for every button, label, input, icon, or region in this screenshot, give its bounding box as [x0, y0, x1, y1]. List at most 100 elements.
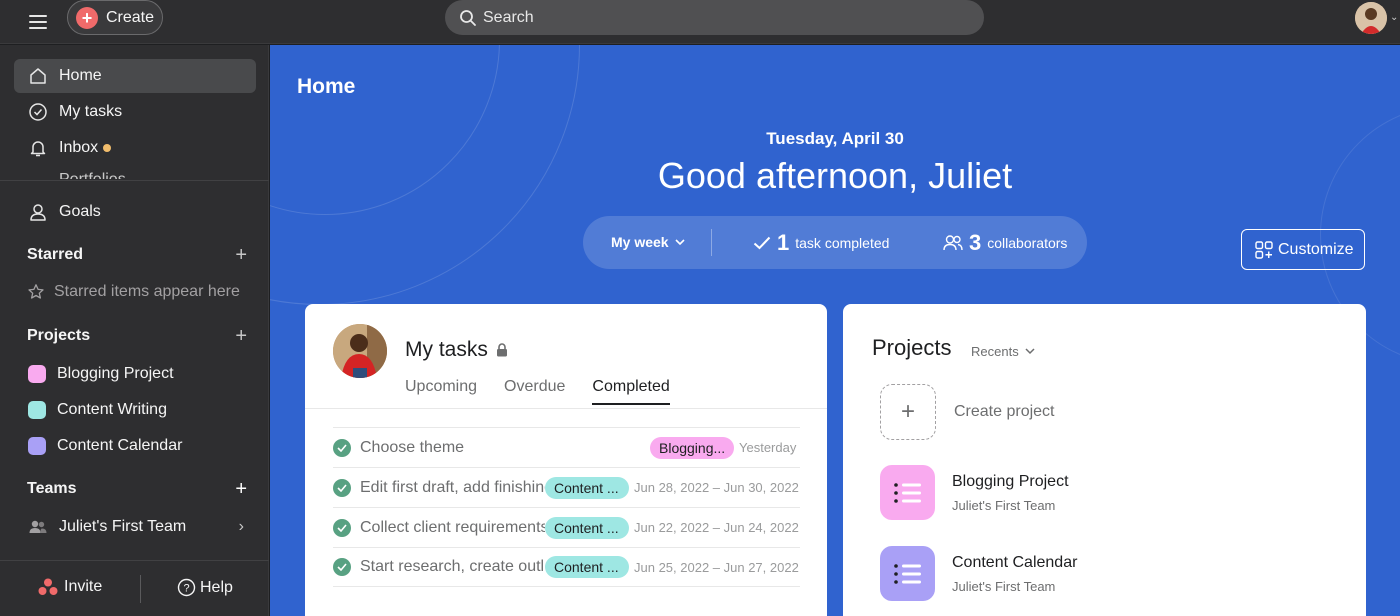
starred-hint: Starred items appear here — [27, 283, 240, 301]
teams-title: Teams — [27, 480, 77, 497]
create-project-button[interactable]: + Create project — [880, 384, 1055, 440]
completed-check-icon[interactable] — [333, 558, 351, 576]
completed-check-icon[interactable] — [333, 478, 351, 497]
project-team: Juliet's First Team — [952, 497, 1056, 513]
task-row[interactable]: Start research, create outline Content .… — [333, 547, 800, 587]
sidebar-item-label: Blogging Project — [57, 365, 174, 382]
star-icon — [28, 284, 44, 299]
help-label: Help — [200, 578, 233, 596]
task-name: Choose theme — [360, 438, 465, 456]
sidebar-item-goals[interactable]: Goals — [14, 195, 256, 229]
tab-upcoming[interactable]: Upcoming — [405, 378, 477, 405]
check-circle-icon — [29, 103, 47, 121]
project-color-swatch — [28, 401, 46, 419]
tabs-divider — [305, 408, 827, 409]
help-button[interactable]: ? Help — [177, 578, 233, 597]
project-tag[interactable]: Blogging... — [650, 436, 734, 459]
project-tag[interactable]: Content ... — [545, 476, 629, 499]
tasks-completed-count: 1 — [777, 230, 790, 255]
customize-label: Customize — [1278, 240, 1354, 258]
date-heading: Tuesday, April 30 — [766, 129, 904, 148]
sidebar-item-label: Content Writing — [57, 401, 167, 418]
task-name: Collect client requirements — [360, 518, 545, 536]
chevron-down-icon — [675, 238, 685, 245]
collaborators-stat: 3 collaborators — [943, 230, 1067, 256]
completed-check-icon[interactable] — [333, 518, 351, 537]
project-name: Blogging Project — [952, 472, 1069, 490]
completed-check-icon[interactable] — [333, 438, 351, 457]
add-project-icon[interactable]: + — [235, 326, 247, 346]
due-date: Jun 28, 2022 – Jun 30, 2022 — [634, 480, 799, 495]
sidebar-item-portfolios[interactable]: Portfolios — [14, 159, 256, 179]
invite-label: Invite — [64, 578, 103, 595]
my-tasks-widget: My tasks Upcoming Overdue Completed Choo… — [305, 304, 827, 616]
greeting: Good afternoon, Juliet — [657, 155, 1013, 196]
plus-icon: + — [880, 384, 936, 440]
check-icon — [753, 236, 771, 250]
task-name: Edit first draft, add finishing — [360, 478, 545, 496]
due-date: Jun 25, 2022 – Jun 27, 2022 — [634, 559, 799, 575]
chevron-down-icon[interactable]: ⌄ — [1390, 12, 1398, 23]
sidebar-footer: Invite ? Help — [0, 560, 269, 616]
page-title: Home — [297, 75, 356, 98]
list-icon — [880, 546, 935, 601]
sidebar-item-blogging-project[interactable]: Blogging Project — [14, 357, 256, 391]
sidebar-item-team[interactable]: Juliet's First Team › — [14, 510, 256, 544]
period-label: My week — [611, 234, 669, 250]
avatar — [333, 324, 387, 378]
sidebar-item-label: Content Calendar — [57, 437, 183, 454]
my-tasks-title-text: My tasks — [405, 338, 488, 361]
project-tag[interactable]: Content ... — [545, 516, 629, 539]
list-icon — [880, 465, 935, 520]
task-row[interactable]: Edit first draft, add finishing Content … — [333, 467, 800, 507]
project-item-blogging[interactable]: Blogging Project Juliet's First Team — [880, 465, 1069, 520]
footer-divider — [140, 575, 141, 603]
customize-button[interactable]: Customize — [1241, 229, 1365, 270]
chevron-down-icon — [1025, 348, 1035, 355]
home-icon — [30, 68, 46, 84]
unread-dot — [103, 144, 112, 152]
task-name: Start research, create outline — [360, 558, 545, 575]
tab-overdue[interactable]: Overdue — [504, 378, 565, 405]
invite-button[interactable]: Invite — [38, 578, 102, 596]
tasks-completed-label: task completed — [795, 235, 890, 251]
sidebar-item-label: Portfolios — [59, 171, 126, 179]
add-team-icon[interactable]: + — [235, 479, 247, 499]
recents-dropdown[interactable]: Recents — [971, 344, 1035, 359]
invite-icon — [38, 578, 58, 595]
search-input[interactable]: Search — [483, 9, 534, 27]
top-bar: + Create Search ⌄ — [0, 0, 1400, 44]
create-button[interactable]: + Create — [67, 0, 163, 35]
add-starred-icon[interactable]: + — [235, 245, 247, 265]
task-row[interactable]: Collect client requirements Content ... … — [333, 507, 800, 547]
projects-widget: Projects Recents + Create project Bloggi… — [843, 304, 1366, 616]
project-team: Juliet's First Team — [952, 578, 1056, 594]
collaborators-label: collaborators — [987, 235, 1068, 251]
due-date: Jun 22, 2022 – Jun 24, 2022 — [634, 520, 799, 535]
hamburger-menu-icon[interactable] — [26, 10, 50, 34]
period-dropdown[interactable]: My week — [611, 234, 685, 250]
sidebar-divider — [0, 180, 269, 181]
projects-section-header: Projects + — [27, 325, 247, 347]
sidebar: Home My tasks Inbox Portfolios Goals Sta… — [0, 45, 269, 616]
task-row[interactable]: Choose theme Blogging... Yesterday — [333, 427, 800, 467]
user-avatar[interactable] — [1355, 2, 1387, 34]
tab-completed[interactable]: Completed — [592, 378, 670, 405]
lock-icon — [496, 343, 507, 357]
sidebar-item-home[interactable]: Home — [14, 59, 256, 93]
due-date: Yesterday — [739, 440, 797, 455]
search-bar[interactable]: Search — [445, 0, 984, 35]
project-item-content-calendar[interactable]: Content Calendar Juliet's First Team — [880, 546, 1077, 601]
starred-section-header: Starred + — [27, 244, 247, 266]
stats-divider — [711, 229, 712, 256]
starred-title: Starred — [27, 246, 84, 263]
project-tag[interactable]: Content ... — [545, 556, 629, 578]
main-content: Home Tuesday, April 30 Good afternoon, J… — [270, 45, 1400, 616]
starred-hint-text: Starred items appear here — [54, 283, 240, 300]
sidebar-item-content-writing[interactable]: Content Writing — [14, 393, 256, 427]
sidebar-item-my-tasks[interactable]: My tasks — [14, 95, 256, 129]
my-tasks-title[interactable]: My tasks — [405, 338, 508, 362]
sidebar-item-content-calendar[interactable]: Content Calendar — [14, 429, 256, 463]
create-label: Create — [106, 8, 155, 26]
svg-text:?: ? — [183, 583, 189, 595]
